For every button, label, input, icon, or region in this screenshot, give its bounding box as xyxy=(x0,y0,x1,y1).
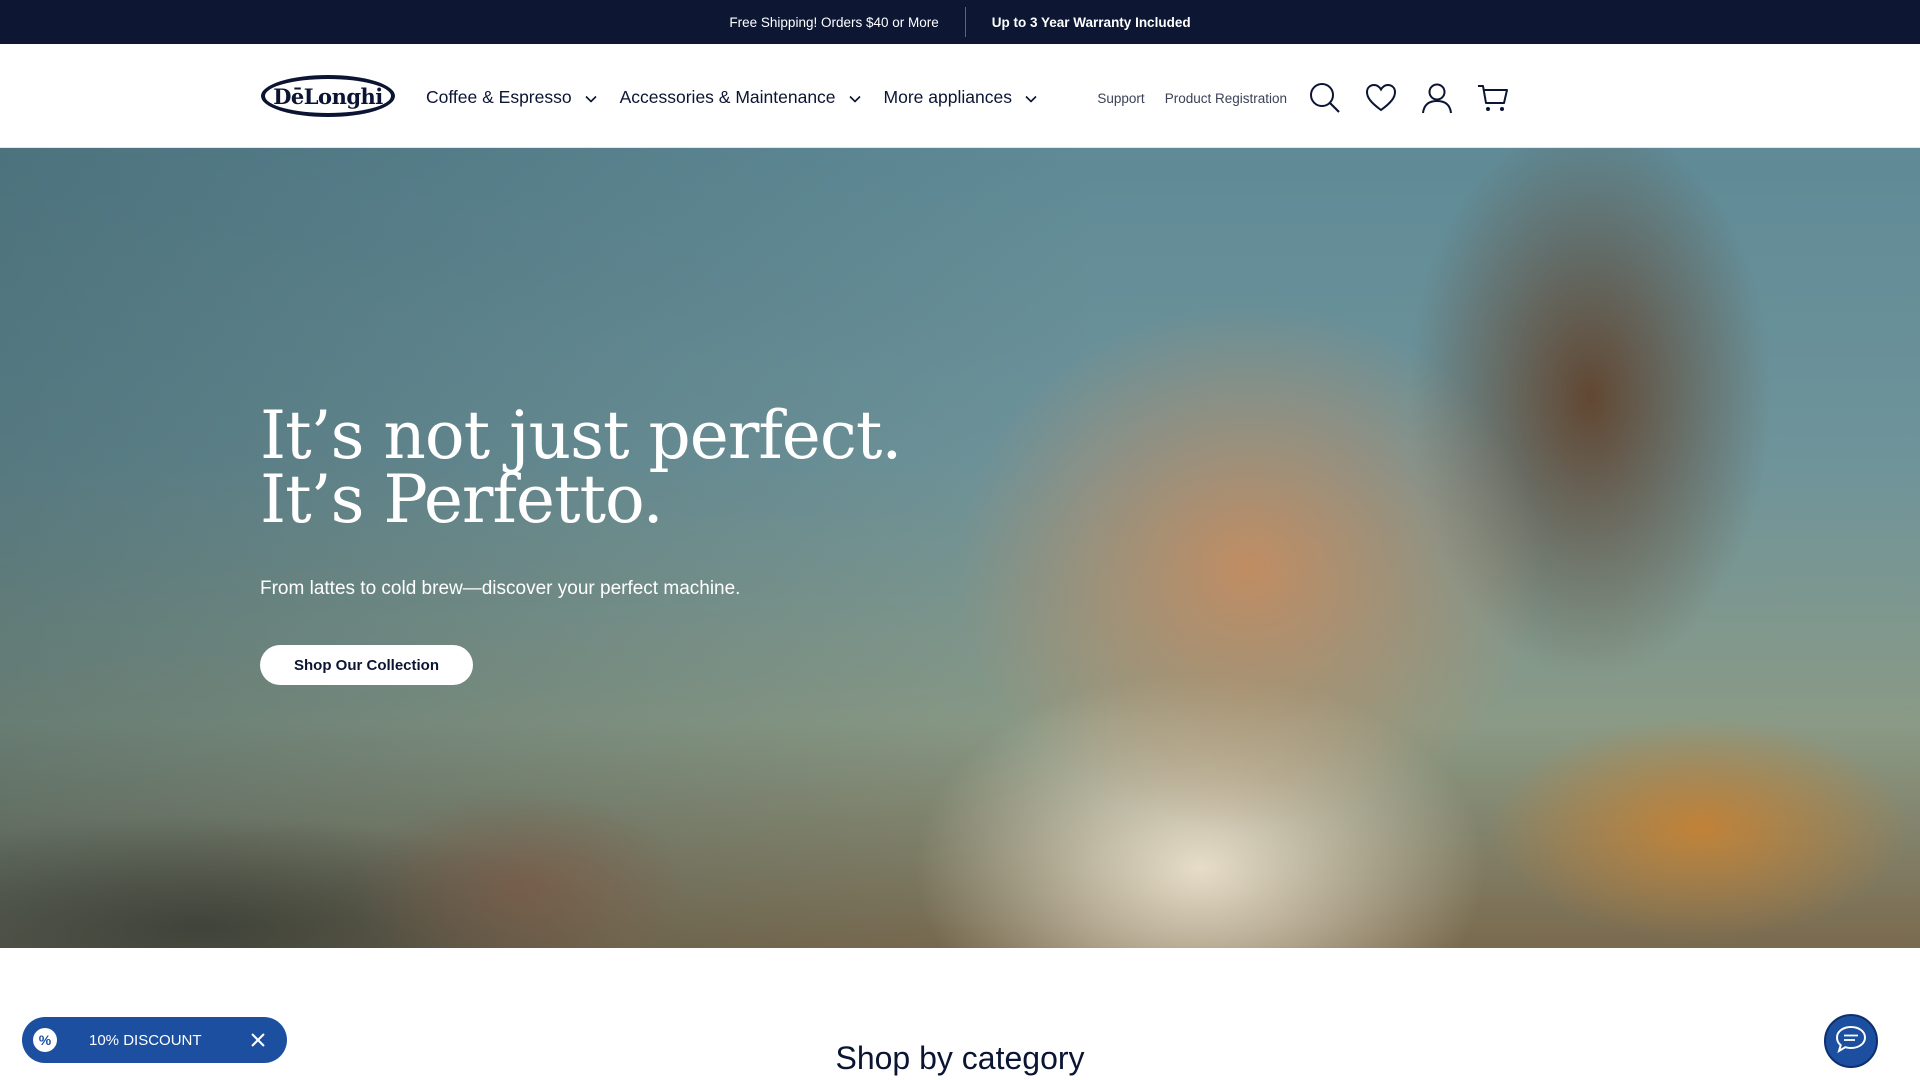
site-header: DēLonghi Coffee & Espresso Accessories &… xyxy=(0,44,1920,148)
support-link[interactable]: Support xyxy=(1097,91,1144,106)
nav-coffee-espresso-label: Coffee & Espresso xyxy=(426,86,572,107)
chevron-down-icon xyxy=(1024,90,1038,104)
hero-background-image xyxy=(0,148,1100,948)
discount-label: 10% DISCOUNT xyxy=(89,1031,202,1049)
shop-our-collection-button[interactable]: Shop Our Collection xyxy=(260,645,473,685)
free-shipping-message[interactable]: Free Shipping! Orders $40 or More xyxy=(703,15,964,30)
product-registration-link[interactable]: Product Registration xyxy=(1165,91,1287,106)
percent-icon: % xyxy=(33,1028,57,1052)
chevron-down-icon xyxy=(584,90,598,104)
nav-more-appliances-label: More appliances xyxy=(883,86,1012,107)
delonghi-logo[interactable]: DēLonghi xyxy=(261,75,395,117)
announcement-bar: Free Shipping! Orders $40 or More Up to … xyxy=(0,0,1920,44)
cart-icon[interactable] xyxy=(1475,80,1511,116)
heart-icon[interactable] xyxy=(1363,80,1399,116)
main-nav: Coffee & Espresso Accessories & Maintena… xyxy=(426,80,1060,114)
utility-nav: Support Product Registration xyxy=(1077,78,1511,118)
nav-more-appliances[interactable]: More appliances xyxy=(884,87,1038,108)
close-icon[interactable] xyxy=(249,1031,267,1049)
hero-title: It’s not just perfect. It’s Perfetto. xyxy=(260,397,902,538)
chat-bubble-icon xyxy=(1834,1024,1868,1059)
warranty-message[interactable]: Up to 3 Year Warranty Included xyxy=(966,15,1217,30)
nav-accessories-maintenance-label: Accessories & Maintenance xyxy=(619,86,836,107)
search-icon[interactable] xyxy=(1307,80,1343,116)
chevron-down-icon xyxy=(848,90,862,104)
chat-button[interactable] xyxy=(1824,1014,1878,1068)
hero-banner: It’s not just perfect. It’s Perfetto. Fr… xyxy=(0,148,1920,948)
shop-by-category-heading: Shop by category xyxy=(835,1040,1085,1076)
user-icon[interactable] xyxy=(1419,80,1455,116)
nav-accessories-maintenance[interactable]: Accessories & Maintenance xyxy=(620,87,862,108)
nav-coffee-espresso[interactable]: Coffee & Espresso xyxy=(426,87,598,108)
hero-subtitle: From lattes to cold brew—discover your p… xyxy=(260,578,741,599)
discount-popup-button[interactable]: % 10% DISCOUNT xyxy=(22,1017,287,1063)
